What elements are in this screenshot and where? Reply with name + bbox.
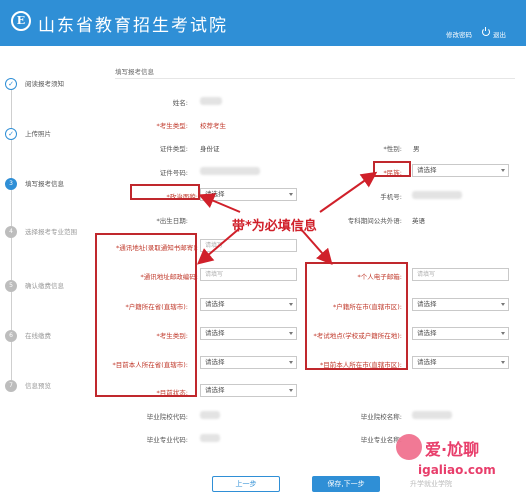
watermark-heart-icon (396, 434, 422, 460)
arrow-to-political (198, 193, 241, 213)
watermark-brand: 爱·尬聊 (425, 440, 480, 459)
arrow-to-nation (319, 171, 378, 213)
watermark-sub: 升学就业学院 (410, 480, 452, 488)
prev-button[interactable]: 上一步 (212, 476, 280, 492)
required-annotation: 带*为必填信息 (232, 219, 317, 234)
annotation-arrows (196, 171, 378, 265)
watermark-url: igaliao.com (418, 463, 496, 477)
save-next-button[interactable]: 保存,下一步 (312, 476, 380, 492)
